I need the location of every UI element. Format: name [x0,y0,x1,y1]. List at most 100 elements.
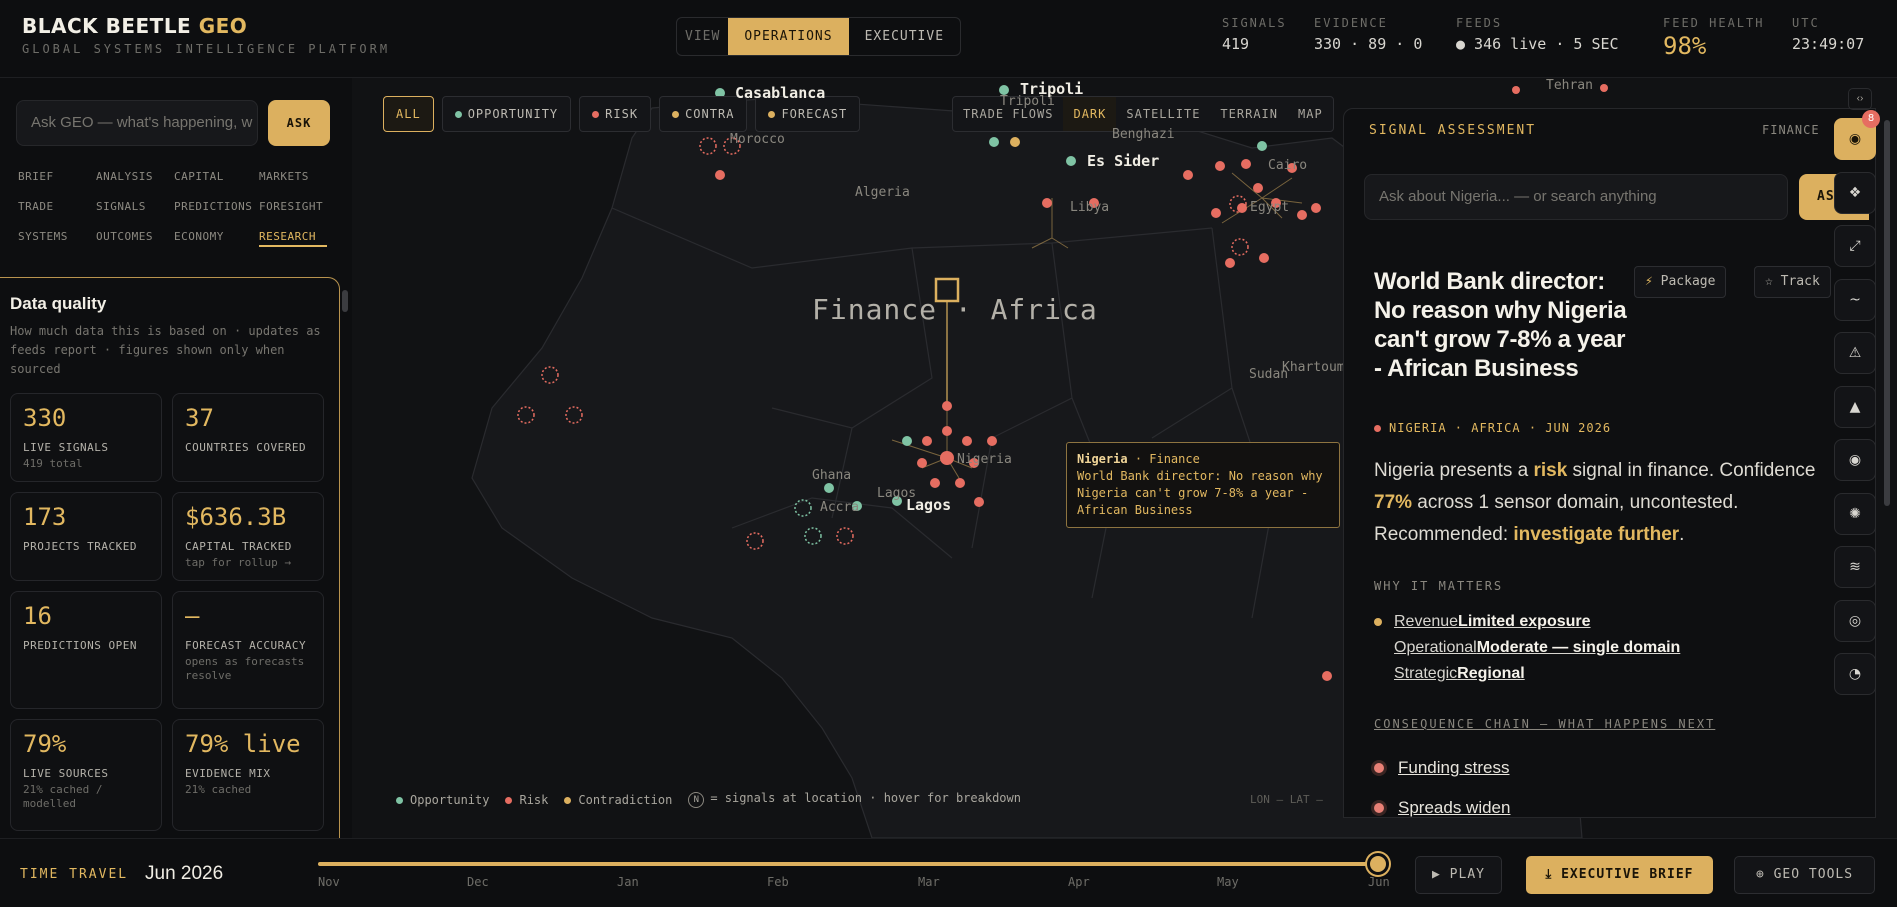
why-value: Limited exposure [1458,613,1591,630]
card-forecast-accuracy[interactable]: — FORECAST ACCURACY opens as forecasts r… [172,591,324,709]
map-label-algeria: Algeria [855,185,910,200]
layer-terrain[interactable]: TERRAIN [1210,97,1288,131]
view-label: VIEW [685,29,721,44]
tab-operations[interactable]: OPERATIONS [728,18,849,55]
card-value: 37 [185,404,214,432]
coordinates-readout: LON — LAT — [1250,793,1323,806]
chain-label: Funding stress [1398,758,1510,777]
nav-predictions[interactable]: PREDICTIONS [174,200,259,217]
ask-input[interactable]: Ask GEO — what's happening, w [16,100,258,146]
nav-trade[interactable]: TRADE [18,200,96,217]
card-live-signals[interactable]: 330 LIVE SIGNALS 419 total [10,393,162,482]
brand[interactable]: BLACK BEETLE GEO GLOBAL SYSTEMS INTELLIG… [22,14,390,56]
why-it-matters-list: RevenueLimited exposure OperationalModer… [1374,609,1774,687]
why-value: Moderate — single domain [1476,639,1681,656]
card-sub[interactable]: tap for rollup → [185,556,311,570]
chain-item[interactable]: Funding stress [1374,758,1510,778]
nav-systems[interactable]: SYSTEMS [18,230,96,247]
stat-label: EVIDENCE [1314,16,1388,30]
timeline-month: Feb [767,875,789,889]
nav-analysis[interactable]: ANALYSIS [96,170,174,187]
map-label-benghazi: Benghazi [1112,127,1175,142]
filter-risk[interactable]: RISK [579,96,652,132]
why-value: Regional [1457,665,1525,682]
nav-research[interactable]: RESEARCH [259,230,327,247]
nav-economy[interactable]: ECONOMY [174,230,259,247]
why-row[interactable]: OperationalModerate — single domain [1374,635,1774,661]
timeline-month: May [1217,875,1239,889]
tool-rail: ◉ ❖ ⤢ ~ ⚠ ▲ ◉ ✺ ≋ ◎ ◔ [1834,86,1876,706]
risk-marker [1215,161,1225,171]
sun-icon[interactable]: ✺ [1834,493,1876,535]
nav-signals[interactable]: SIGNALS [96,200,174,217]
expand-icon[interactable]: ⤢ [1834,225,1876,267]
package-button[interactable]: ⚡ Package [1634,266,1727,298]
risk-marker [987,436,997,446]
layer-dark[interactable]: DARK [1063,97,1117,131]
risk-marker [1512,86,1520,94]
alert-icon[interactable]: ⚠ [1834,332,1876,374]
ring-icon[interactable]: ◎ [1834,600,1876,642]
triangle-icon[interactable]: ▲ [1834,386,1876,428]
risk-marker [1311,203,1321,213]
card-predictions[interactable]: 16 PREDICTIONS OPEN [10,591,162,709]
play-button[interactable]: ▶ PLAY [1415,856,1502,894]
radar-icon[interactable]: ◉ [1834,439,1876,481]
clock-icon[interactable]: ◔ [1834,653,1876,695]
card-projects[interactable]: 173 PROJECTS TRACKED [10,492,162,581]
nav-capital[interactable]: CAPITAL [174,170,259,187]
why-key: Strategic [1394,665,1458,682]
geo-tools-button[interactable]: ⊕ GEO TOOLS [1734,856,1875,894]
why-row[interactable]: RevenueLimited exposure [1374,609,1774,635]
wave-icon[interactable]: ~ [1834,279,1876,321]
legend-opportunity: Opportunity [396,793,489,807]
timeline-handle[interactable] [1367,853,1389,875]
legend-risk: Risk [505,793,548,807]
stat-utc: UTC 23:49:07 [1792,16,1864,53]
layer-satellite[interactable]: SATELLITE [1116,97,1210,131]
layers-icon[interactable]: ≋ [1834,546,1876,588]
time-travel-date: Jun 2026 [145,863,224,884]
ask-button[interactable]: ASK [268,100,330,146]
executive-brief-button[interactable]: ⤓ EXECUTIVE BRIEF [1526,856,1713,894]
time-travel-label: TIME TRAVEL [20,867,129,882]
network-icon[interactable]: ❖ [1834,172,1876,214]
timeline-track[interactable] [318,862,1380,866]
chain-dot-icon [1374,803,1384,813]
filter-all[interactable]: ALL [383,96,434,132]
layer-map[interactable]: MAP [1288,97,1333,131]
chain-item[interactable]: Spreads widen [1374,798,1511,817]
why-row[interactable]: StrategicRegional [1374,661,1774,687]
map-label-tehran: Tehran [1546,78,1593,93]
map-label-es-sider: Es Sider [1087,152,1160,170]
why-key: Operational [1394,639,1477,656]
track-button[interactable]: ☆ Track [1754,266,1831,298]
panel-scrollbar[interactable] [1884,120,1890,506]
app: BLACK BEETLE GEO GLOBAL SYSTEMS INTELLIG… [0,0,1897,907]
card-capital[interactable]: $636.3B CAPITAL TRACKED tap for rollup → [172,492,324,581]
card-live-sources[interactable]: 79% LIVE SOURCES 21% cached / modelled [10,719,162,831]
nav-markets[interactable]: MARKETS [259,170,337,187]
stat-value: ● 346 live · 5 SEC [1456,35,1619,53]
signal-meta: NIGERIA · AFRICA · JUN 2026 [1374,421,1611,435]
nav-brief[interactable]: BRIEF [18,170,96,187]
consequence-chain-header[interactable]: CONSEQUENCE CHAIN — WHAT HAPPENS NEXT [1374,717,1715,731]
nav-foresight[interactable]: FORESIGHT [259,200,337,217]
assessment-search-input[interactable]: Ask about Nigeria... — or search anythin… [1364,174,1788,220]
brand-accent: GEO [198,14,248,38]
card-sub: 21% cached [185,783,252,796]
map-label-lagos: Lagos [906,496,952,514]
tooltip-country: Nigeria [1077,452,1128,466]
tab-executive[interactable]: EXECUTIVE [849,18,960,55]
card-countries[interactable]: 37 COUNTRIES COVERED [172,393,324,482]
card-label: FORECAST ACCURACY [185,639,307,652]
summary-highlight: investigate further [1513,524,1680,545]
card-evidence-mix[interactable]: 79% live EVIDENCE MIX 21% cached [172,719,324,831]
scrollbar[interactable] [342,290,348,312]
risk-dot-icon [505,796,513,804]
map-label-ghana: Ghana [812,468,852,483]
filter-opportunity[interactable]: OPPORTUNITY [441,96,572,132]
chain-label: Spreads widen [1398,798,1511,817]
panel-header: SIGNAL ASSESSMENT [1369,123,1537,138]
nav-outcomes[interactable]: OUTCOMES [96,230,174,247]
